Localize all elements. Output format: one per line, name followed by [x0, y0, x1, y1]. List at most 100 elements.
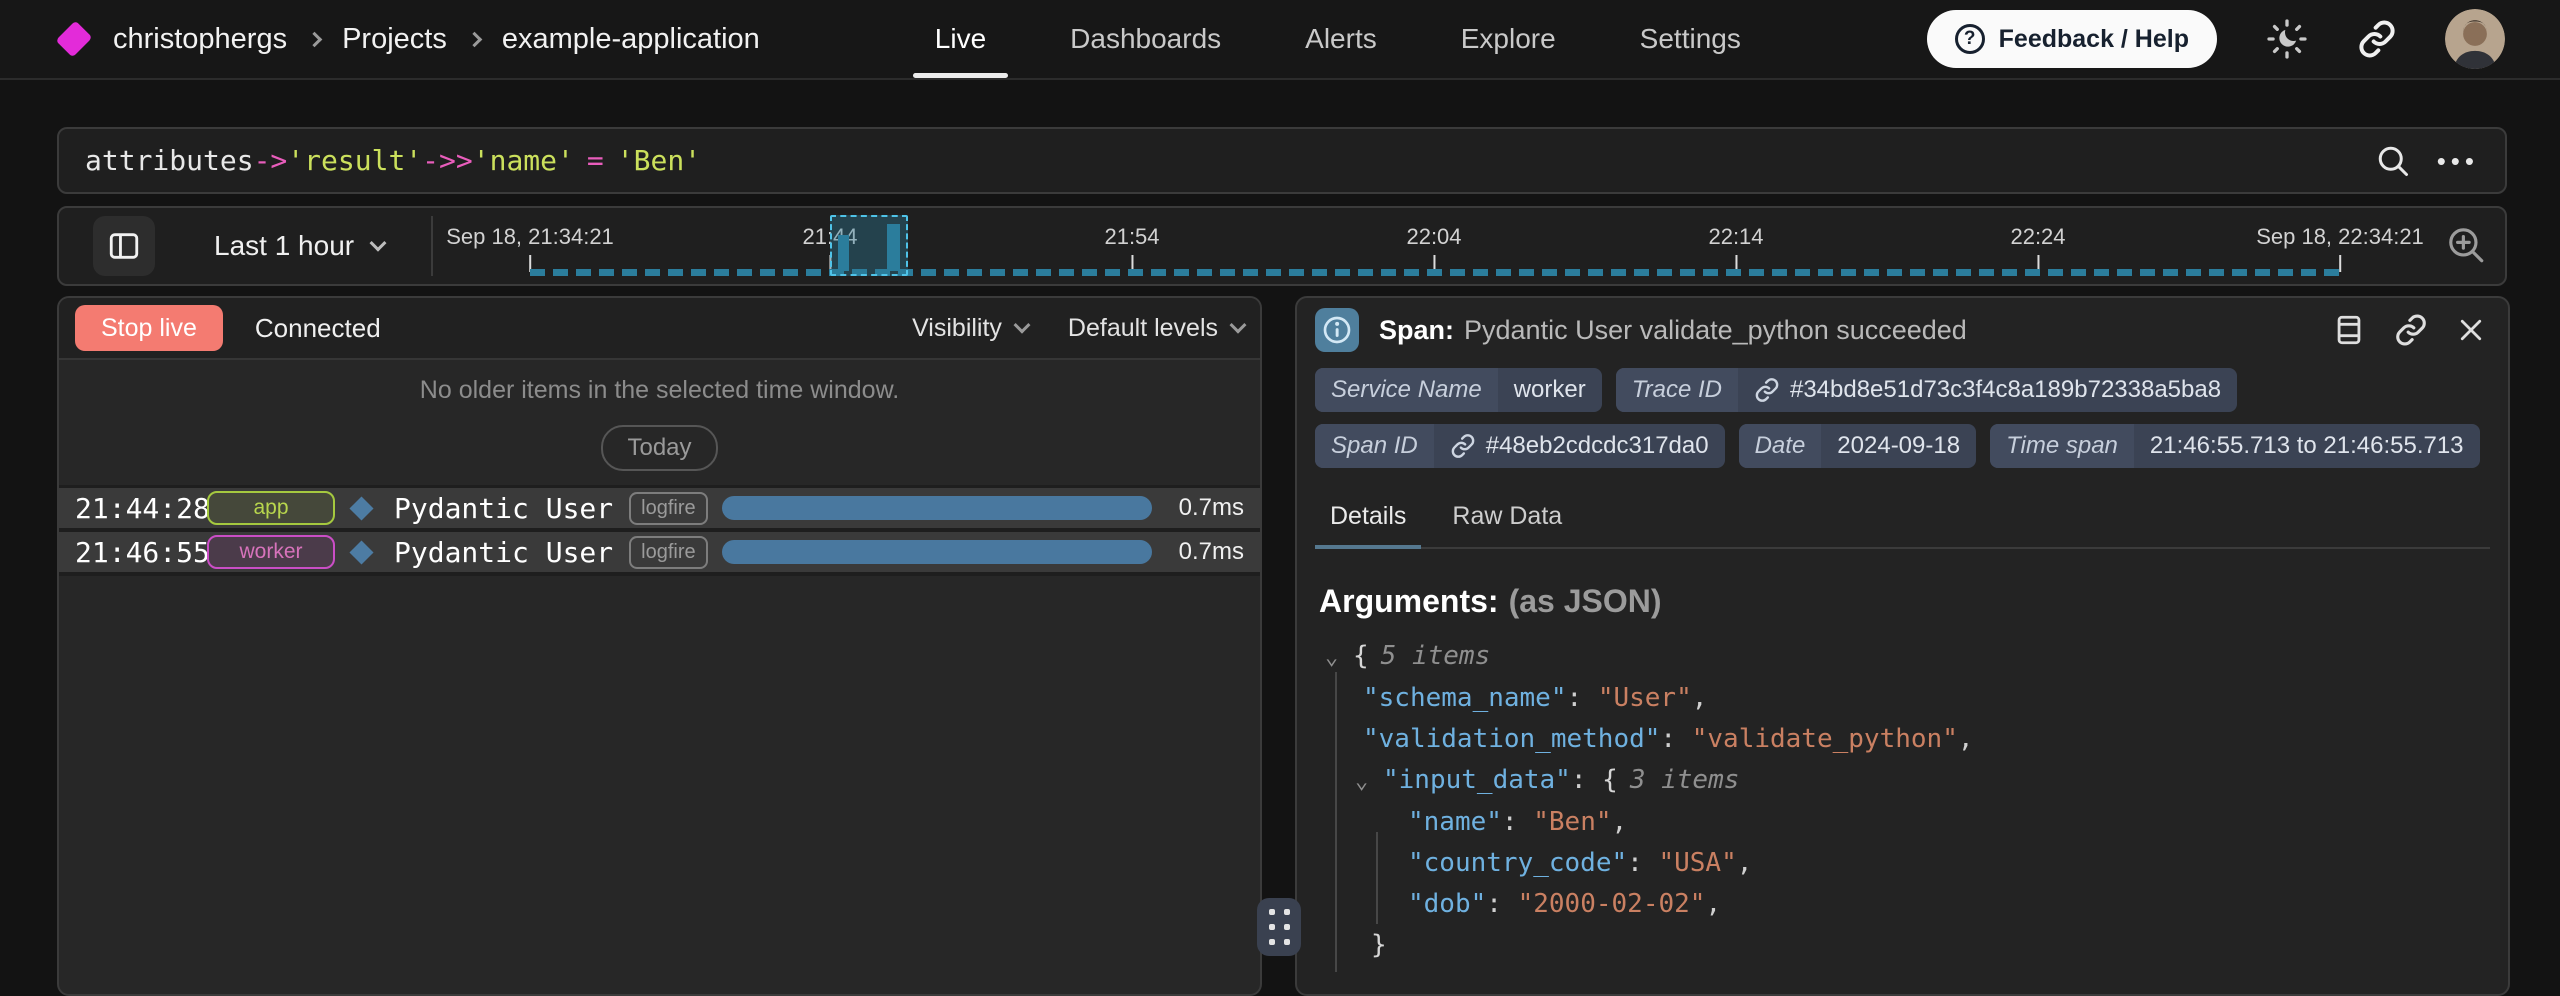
json-line: ⌄"input_data": {3 items: [1325, 760, 2508, 802]
layout-toggle-button[interactable]: [2332, 313, 2366, 347]
service-tag[interactable]: worker: [207, 535, 335, 569]
timeline-tick: 22:24: [2010, 224, 2065, 272]
feedback-help-label: Feedback / Help: [1999, 25, 2189, 54]
feedback-help-button[interactable]: ? Feedback / Help: [1927, 10, 2217, 68]
timeline-tick: Sep 18, 21:34:21: [446, 224, 614, 272]
timeline-span-bar: [887, 224, 900, 271]
indent-guide: [1335, 672, 1337, 972]
span-row[interactable]: 21:44:28 app Pydantic User logfire 0.7ms: [59, 488, 1260, 532]
span-duration: 0.7ms: [1179, 494, 1244, 522]
search-icon: [2375, 143, 2411, 179]
timeline-tick: 22:14: [1708, 224, 1763, 272]
span-metadata-chips: Service Name worker Trace ID #34bd8e51d7…: [1315, 368, 2490, 468]
link-icon: [1450, 433, 1476, 459]
sidebar-toggle-button[interactable]: [93, 216, 155, 276]
live-view-panel: Stop live Connected Visibility Default l…: [57, 296, 1262, 996]
service-tag[interactable]: app: [207, 491, 335, 525]
json-line: "dob": "2000-02-02",: [1325, 884, 2508, 925]
span-kind-diamond-icon: [349, 540, 373, 564]
today-button[interactable]: Today: [601, 425, 717, 471]
close-panel-button[interactable]: [2456, 315, 2486, 345]
span-duration-bar[interactable]: [722, 496, 1152, 520]
chevron-right-icon: [467, 31, 483, 47]
link-icon: [1754, 377, 1780, 403]
query-token-arrow: ->: [254, 144, 288, 177]
logfire-logo-icon[interactable]: [56, 21, 93, 58]
visibility-dropdown[interactable]: Visibility: [912, 314, 1028, 343]
tab-dashboards[interactable]: Dashboards: [1070, 0, 1221, 78]
timeline-zoom-button[interactable]: [2445, 224, 2487, 266]
copy-link-button[interactable]: [2394, 313, 2428, 347]
chevron-right-icon: [307, 31, 323, 47]
time-range-label: Last 1 hour: [214, 230, 354, 262]
default-levels-dropdown[interactable]: Default levels: [1068, 314, 1244, 343]
json-line: "schema_name": "User",: [1325, 678, 2508, 719]
panel-resize-handle[interactable]: [1257, 898, 1301, 956]
link-icon: [2394, 313, 2428, 347]
detail-tabs: Details Raw Data: [1315, 502, 2490, 549]
span-row[interactable]: 21:46:55 worker Pydantic User logfire 0.…: [59, 532, 1260, 576]
json-line: ⌄{5 items: [1325, 636, 2508, 678]
user-avatar[interactable]: [2445, 9, 2505, 69]
chevron-down-icon: [1013, 317, 1030, 334]
question-circle-icon: ?: [1955, 24, 1985, 54]
close-icon: [2456, 315, 2486, 345]
span-detail-panel: Span:Pydantic User validate_python succe…: [1295, 296, 2510, 996]
span-kind-diamond-icon: [349, 496, 373, 520]
panel-layout-icon: [2332, 313, 2366, 347]
chevron-down-icon: [1230, 317, 1247, 334]
query-input[interactable]: attributes->'result'->>'name'='Ben' •••: [57, 127, 2507, 194]
query-more-button[interactable]: •••: [2437, 148, 2479, 174]
stop-live-button[interactable]: Stop live: [75, 305, 223, 351]
connection-status: Connected: [255, 313, 381, 344]
tab-explore[interactable]: Explore: [1461, 0, 1556, 78]
sun-moon-icon: [2265, 17, 2309, 61]
search-button[interactable]: [2375, 143, 2411, 179]
info-icon: [1315, 308, 1359, 352]
timeline-tick: 21:54: [1104, 224, 1159, 272]
breadcrumb-org[interactable]: christophergs: [113, 23, 287, 56]
json-tree: ⌄{5 items "schema_name": "User", "valida…: [1325, 636, 2508, 966]
tab-raw-data[interactable]: Raw Data: [1437, 502, 1577, 547]
live-view-header: Stop live Connected Visibility Default l…: [59, 298, 1260, 360]
tab-alerts[interactable]: Alerts: [1305, 0, 1377, 78]
top-nav: christophergs Projects example-applicati…: [0, 0, 2560, 80]
span-name: Pydantic User: [394, 492, 613, 525]
collapse-caret-icon[interactable]: ⌄: [1325, 637, 1353, 678]
collapse-caret-icon[interactable]: ⌄: [1355, 761, 1383, 802]
tab-details[interactable]: Details: [1315, 502, 1421, 547]
span-name: Pydantic User: [394, 536, 613, 569]
span-detail-header: Span:Pydantic User validate_python succe…: [1297, 298, 2508, 362]
query-token-name: 'name': [473, 144, 574, 177]
timeline-selection-region[interactable]: [830, 215, 908, 276]
timeline-bar: Last 1 hour Sep 18, 21:34:21 21:44 21:54…: [57, 206, 2507, 286]
span-id-chip[interactable]: Span ID #48eb2cdcdc317da0: [1315, 424, 1725, 468]
json-line: "validation_method": "validate_python",: [1325, 719, 2508, 760]
span-duration: 0.7ms: [1179, 538, 1244, 566]
time-range-dropdown[interactable]: Last 1 hour: [214, 208, 384, 284]
timeline-histogram-baseline[interactable]: [530, 269, 2340, 276]
nav-actions: ? Feedback / Help: [1927, 9, 2505, 69]
json-line: }: [1325, 925, 2508, 966]
chevron-down-icon: [370, 235, 387, 252]
theme-toggle-button[interactable]: [2265, 17, 2309, 61]
nav-tabs: Live Dashboards Alerts Explore Settings: [935, 0, 1741, 78]
breadcrumb: christophergs Projects example-applicati…: [113, 23, 760, 56]
json-line: "name": "Ben",: [1325, 802, 2508, 843]
zoom-in-icon: [2445, 224, 2487, 266]
span-timestamp: 21:46:55: [75, 536, 207, 569]
indent-guide: [1376, 832, 1378, 924]
arguments-heading: Arguments:(as JSON): [1319, 583, 2486, 620]
link-icon: [2357, 19, 2397, 59]
query-token-result: 'result': [287, 144, 422, 177]
tab-live[interactable]: Live: [935, 0, 986, 78]
scope-badge: logfire: [629, 536, 707, 569]
span-duration-bar[interactable]: [722, 540, 1152, 564]
trace-id-chip[interactable]: Trace ID #34bd8e51d73c3f4c8a189b72338a5b…: [1616, 368, 2237, 412]
sidebar-panel-icon: [107, 229, 141, 263]
breadcrumb-project[interactable]: example-application: [502, 23, 760, 56]
share-link-button[interactable]: [2357, 19, 2397, 59]
tab-settings[interactable]: Settings: [1640, 0, 1741, 78]
timeline-tick: 22:04: [1406, 224, 1461, 272]
breadcrumb-projects[interactable]: Projects: [342, 23, 447, 56]
